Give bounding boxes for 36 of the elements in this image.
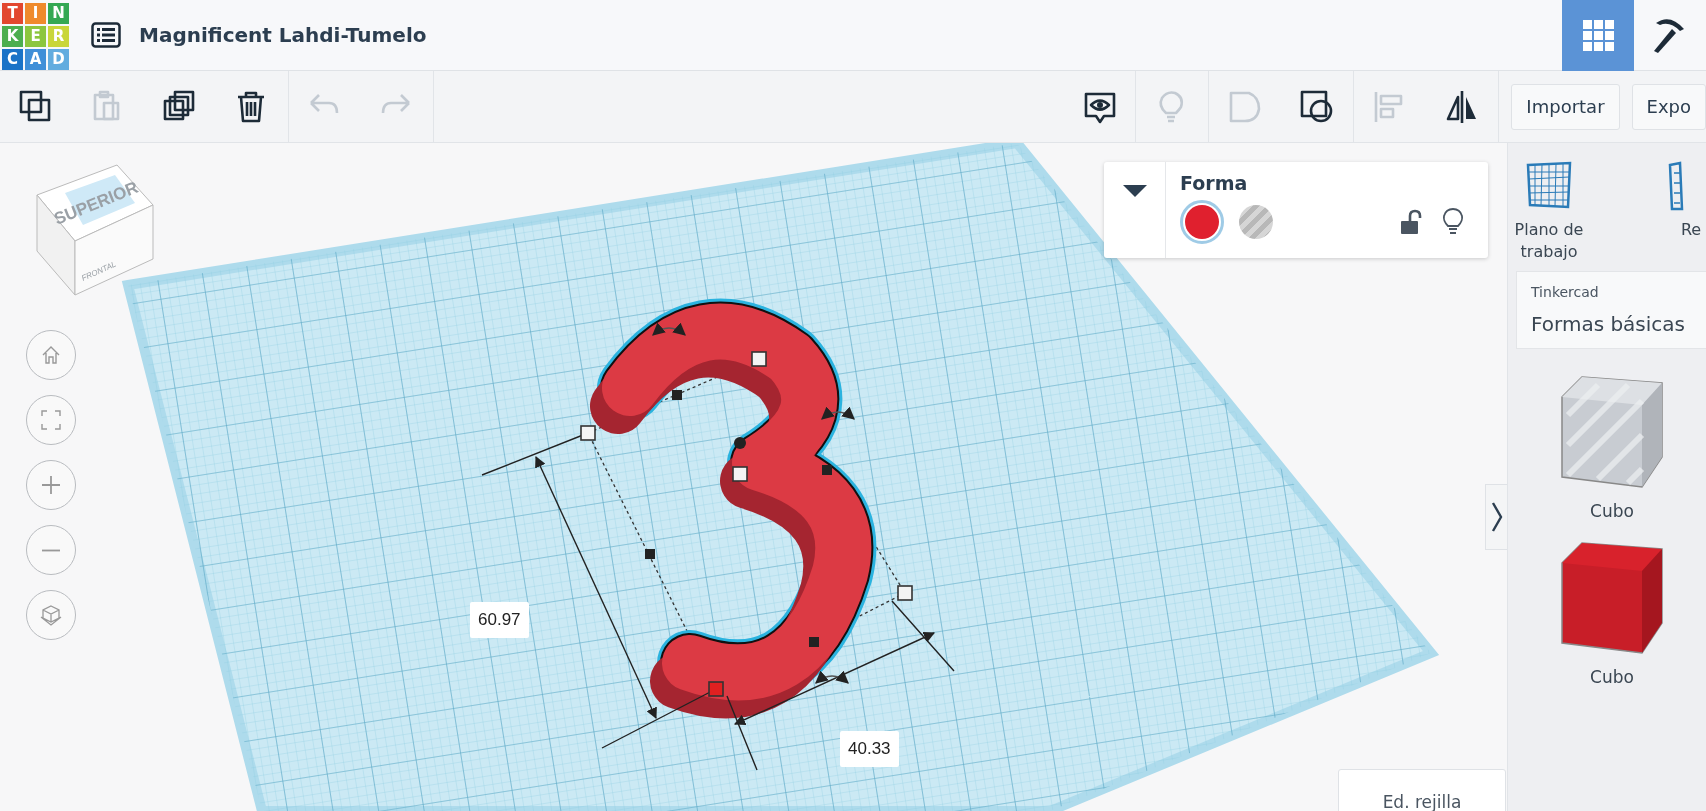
inspector-title: Forma [1180,172,1249,194]
cube-icon [39,603,63,627]
tinkercad-logo[interactable]: T I N K E R C A D [2,2,69,70]
chevron-right-icon [1490,501,1503,533]
edit-grid-button[interactable]: Ed. rejilla [1338,769,1506,811]
unlocked-padlock-icon[interactable] [1400,209,1422,235]
grid-view-icon [1582,19,1614,51]
zoom-out-icon [42,548,60,552]
zoom-in-icon [39,473,63,497]
rotate-arrow-icon[interactable] [815,670,849,684]
collapse-panel-button[interactable] [1485,484,1507,550]
toolbar-button[interactable]: Importar [1511,83,1620,130]
shape-library-selector[interactable]: Tinkercad Formas básicas [1516,271,1706,349]
shape-item[interactable]: Cubo [1558,375,1666,521]
tool-label[interactable]: Plano de trabajo [1508,219,1590,263]
zoom-in-button[interactable] [26,460,76,510]
solid-cube-icon [1558,541,1666,657]
workplane-grid-icon[interactable] [1524,161,1574,211]
rotate-arrow-icon[interactable] [821,406,855,420]
list-menu-icon[interactable] [91,22,121,48]
view-cube-drawing[interactable] [36,164,154,296]
design-title: Magnificent Lahdi-Tumelo [139,23,428,47]
perspective-button[interactable] [26,590,76,640]
striped-cube-icon [1558,375,1666,491]
dimension-label[interactable]: 40.33 [840,731,899,767]
number-three-model-drawing[interactable] [590,298,877,719]
toolbar-button[interactable]: Expo [1631,83,1706,130]
tool-label[interactable]: Re [1680,219,1702,241]
lightbulb-icon[interactable] [1442,207,1464,237]
shape-item[interactable]: Cubo [1558,541,1666,687]
solid-swatch[interactable] [1180,200,1224,244]
dimension-label[interactable]: 60.97 [470,602,529,638]
collapse-caret-icon[interactable] [1121,184,1148,198]
library-name: Formas básicas [1531,312,1686,336]
library-source-label: Tinkercad [1531,284,1600,300]
fit-view-icon [39,408,63,432]
